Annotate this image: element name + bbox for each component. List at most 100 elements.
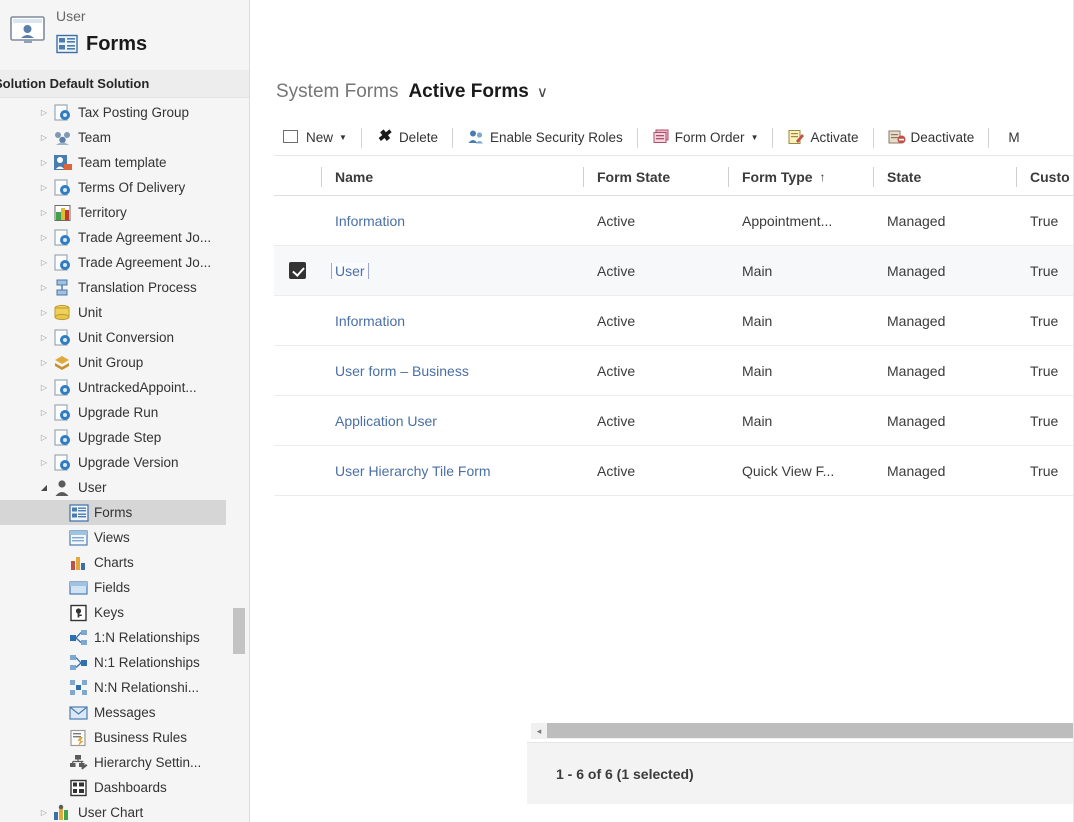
delete-button[interactable]: ✖ Delete — [367, 121, 447, 155]
tree-item-trade-agreement-jo[interactable]: ▷Trade Agreement Jo... — [0, 250, 250, 275]
scroll-left-arrow-icon[interactable]: ◂ — [532, 723, 546, 739]
tree-item-user[interactable]: ◢User — [0, 475, 250, 500]
chevron-right-icon[interactable]: ▷ — [36, 800, 52, 822]
form-name-link[interactable]: User form – Business — [335, 363, 469, 379]
tree-item-label: 1:N Relationships — [90, 625, 200, 650]
form-name-link[interactable]: User Hierarchy Tile Form — [335, 463, 491, 479]
tree-item-upgrade-run[interactable]: ▷Upgrade Run — [0, 400, 250, 425]
table-row[interactable]: InformationActiveMainManagedTrue — [274, 296, 1074, 346]
tree-item-fields[interactable]: Fields — [0, 575, 250, 600]
pane-splitter-grip[interactable] — [247, 396, 250, 424]
tree-item-hierarchy-settin[interactable]: Hierarchy Settin... — [0, 750, 250, 775]
entity-icon — [52, 104, 74, 122]
tree-item-user-chart[interactable]: ▷ User Chart — [0, 800, 250, 822]
table-row[interactable]: UserActiveMainManagedTrue — [274, 246, 1074, 296]
form-name-link[interactable]: Information — [335, 313, 405, 329]
tree-item-dashboards[interactable]: Dashboards — [0, 775, 250, 800]
chevron-down-icon[interactable]: ▼ — [751, 133, 759, 142]
tree-item-keys[interactable]: Keys — [0, 600, 250, 625]
form-name-link[interactable]: User — [332, 263, 368, 279]
column-header-name[interactable]: Name — [321, 158, 583, 196]
table-row[interactable]: InformationActiveAppointment...ManagedTr… — [274, 196, 1074, 246]
tree-item-translation-process[interactable]: ▷Translation Process — [0, 275, 250, 300]
tree-item-business-rules[interactable]: Business Rules — [0, 725, 250, 750]
chevron-right-icon[interactable]: ▷ — [36, 125, 52, 150]
table-row[interactable]: User Hierarchy Tile FormActiveQuick View… — [274, 446, 1074, 496]
tree-item-unit-conversion[interactable]: ▷Unit Conversion — [0, 325, 250, 350]
chevron-right-icon[interactable]: ▷ — [36, 425, 52, 450]
table-row[interactable]: Application UserActiveMainManagedTrue — [274, 396, 1074, 446]
chevron-right-icon[interactable]: ▷ — [36, 175, 52, 200]
chevron-right-icon[interactable]: ▷ — [36, 300, 52, 325]
entity-tree[interactable]: ▷Tax Posting Group▷Team▷Team template▷Te… — [0, 100, 250, 822]
chevron-right-icon[interactable]: ▷ — [36, 400, 52, 425]
cell-form-type: Appointment... — [728, 213, 873, 229]
tree-item-untrackedappoint[interactable]: ▷UntrackedAppoint... — [0, 375, 250, 400]
cell-name[interactable]: Information — [321, 313, 583, 329]
chevron-right-icon[interactable]: ▷ — [36, 150, 52, 175]
divider — [637, 128, 638, 148]
chevron-right-icon[interactable]: ▷ — [36, 225, 52, 250]
column-header-state[interactable]: State — [873, 158, 1016, 196]
tree-item-charts[interactable]: Charts — [0, 550, 250, 575]
column-header-form-type[interactable]: Form Type ↑ — [728, 158, 873, 196]
tree-item-label: Unit Group — [74, 350, 143, 375]
cell-form-type: Main — [728, 313, 873, 329]
chevron-right-icon[interactable]: ▷ — [36, 350, 52, 375]
command-bar[interactable]: New ▼ ✖ Delete Enable Security Roles — [274, 120, 1074, 156]
row-checkbox[interactable] — [274, 262, 321, 279]
tree-item-1-n-relationships[interactable]: 1:N Relationships — [0, 625, 250, 650]
grid-horizontal-scrollbar-thumb[interactable] — [547, 723, 1074, 738]
tree-item-trade-agreement-jo[interactable]: ▷Trade Agreement Jo... — [0, 225, 250, 250]
tree-item-forms[interactable]: Forms — [0, 500, 226, 525]
tree-item-territory[interactable]: ▷Territory — [0, 200, 250, 225]
tree-item-n-1-relationships[interactable]: N:1 Relationships — [0, 650, 250, 675]
activate-button[interactable]: Activate — [778, 121, 867, 155]
tree-item-views[interactable]: Views — [0, 525, 250, 550]
entity-header: User Forms — [0, 0, 250, 68]
chevron-right-icon[interactable]: ▷ — [36, 450, 52, 475]
form-order-button[interactable]: Form Order ▼ — [643, 121, 768, 155]
tree-item-messages[interactable]: Messages — [0, 700, 250, 725]
chevron-right-icon[interactable]: ▷ — [36, 200, 52, 225]
tree-item-label: User Chart — [74, 800, 143, 822]
cell-name[interactable]: Application User — [321, 413, 583, 429]
tree-item-terms-of-delivery[interactable]: ▷Terms Of Delivery — [0, 175, 250, 200]
checkbox-checked-icon[interactable] — [289, 262, 306, 279]
chevron-down-icon[interactable]: ◢ — [36, 475, 52, 500]
cell-name[interactable]: User form – Business — [321, 363, 583, 379]
tree-item-upgrade-step[interactable]: ▷Upgrade Step — [0, 425, 250, 450]
tree-item-team[interactable]: ▷Team — [0, 125, 250, 150]
tree-scrollbar-thumb[interactable] — [233, 608, 245, 654]
tree-item-n-n-relationshi[interactable]: N:N Relationshi... — [0, 675, 250, 700]
tree-item-upgrade-version[interactable]: ▷Upgrade Version — [0, 450, 250, 475]
tree-item-label: Forms — [90, 500, 132, 525]
enable-security-roles-button[interactable]: Enable Security Roles — [458, 121, 632, 155]
chevron-right-icon[interactable]: ▷ — [36, 275, 52, 300]
table-row[interactable]: User form – BusinessActiveMainManagedTru… — [274, 346, 1074, 396]
tree-item-tax-posting-group[interactable]: ▷Tax Posting Group — [0, 100, 250, 125]
tree-vertical-scrollbar[interactable] — [237, 0, 247, 722]
column-header-customizable[interactable]: Custo — [1016, 158, 1074, 196]
column-header-form-state[interactable]: Form State — [583, 158, 728, 196]
new-button[interactable]: New ▼ — [274, 121, 356, 155]
form-name-link[interactable]: Information — [335, 213, 405, 229]
divider — [873, 128, 874, 148]
more-commands-button[interactable]: M — [994, 121, 1028, 155]
view-selector-name[interactable]: Active Forms — [408, 81, 528, 103]
cell-name[interactable]: Information — [321, 213, 583, 229]
chevron-down-icon[interactable]: ∨ — [537, 83, 548, 101]
tree-item-unit[interactable]: ▷Unit — [0, 300, 250, 325]
chevron-right-icon[interactable]: ▷ — [36, 325, 52, 350]
deactivate-button[interactable]: Deactivate — [879, 121, 984, 155]
chevron-right-icon[interactable]: ▷ — [36, 375, 52, 400]
chevron-right-icon[interactable]: ▷ — [36, 250, 52, 275]
tree-item-unit-group[interactable]: ▷ Unit Group — [0, 350, 250, 375]
chevron-down-icon[interactable]: ▼ — [339, 133, 347, 142]
cell-name[interactable]: User Hierarchy Tile Form — [321, 463, 583, 479]
chevron-right-icon[interactable]: ▷ — [36, 100, 52, 125]
form-name-link[interactable]: Application User — [335, 413, 437, 429]
form-order-icon — [652, 129, 670, 146]
cell-name[interactable]: User — [321, 263, 583, 279]
tree-item-team-template[interactable]: ▷Team template — [0, 150, 250, 175]
